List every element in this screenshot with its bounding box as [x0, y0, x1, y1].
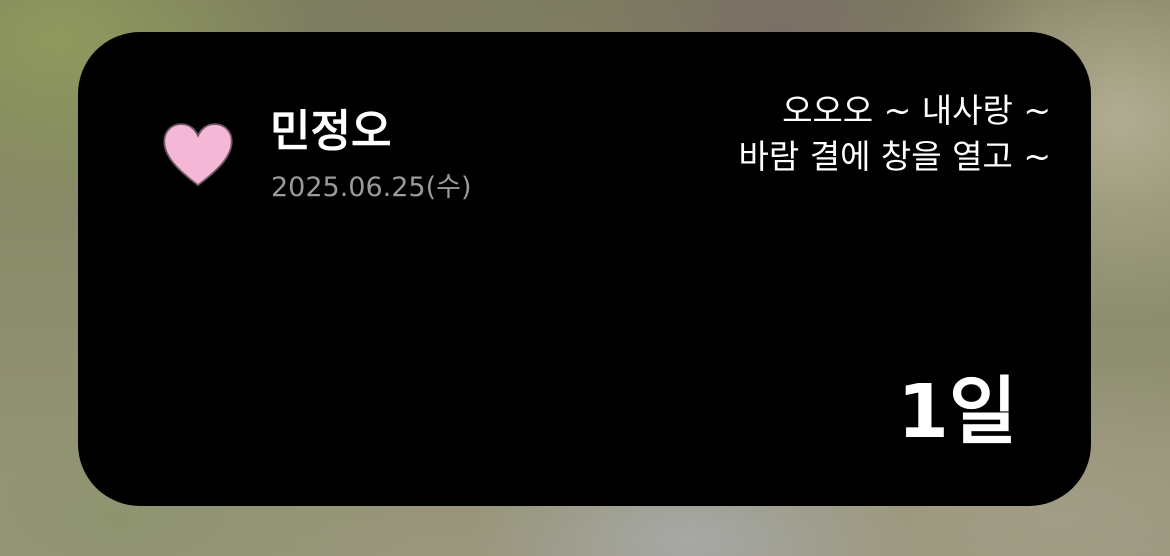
- day-count: 1일: [897, 369, 1017, 455]
- lyrics-line: 오오오 ~ 내사랑 ~: [782, 91, 1051, 130]
- dday-widget[interactable]: 민정오 2025.06.25(수) 오오오 ~ 내사랑 ~ 바람 결에 창을 열…: [78, 32, 1091, 506]
- heart-icon: [163, 123, 233, 187]
- lyrics-line: 바람 결에 창을 열고 ~: [738, 137, 1052, 176]
- person-name: 민정오: [270, 106, 392, 157]
- start-date: 2025.06.25(수): [271, 172, 472, 203]
- lyrics-text: 오오오 ~ 내사랑 ~ 바람 결에 창을 열고 ~: [739, 88, 1052, 180]
